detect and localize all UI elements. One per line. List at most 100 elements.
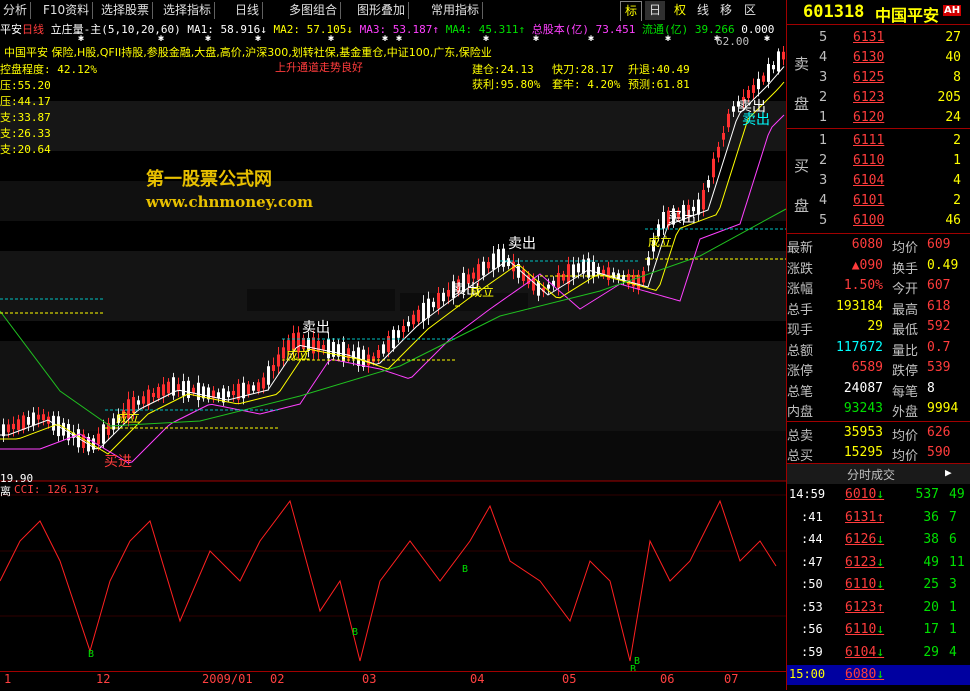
- candle-body: [17, 419, 20, 430]
- signal-sell: 卖出: [742, 112, 770, 128]
- date-axis: 1 12 2009/01 02 03 04 05 06 07: [0, 671, 786, 691]
- ask-row[interactable]: 4 6130 40: [787, 48, 970, 68]
- btn-line[interactable]: 线: [693, 1, 713, 20]
- stock-header[interactable]: 601318 中国平安 AH: [787, 0, 970, 25]
- ask-row[interactable]: 5 6131 27: [787, 28, 970, 48]
- signal-sell: 买出: [668, 210, 696, 226]
- total-row: 总买 15295 均价 590: [787, 443, 970, 464]
- btn-right[interactable]: 权: [670, 1, 690, 20]
- bid-row[interactable]: 3 6104 4: [787, 171, 970, 191]
- bid-price: 6111: [853, 133, 885, 148]
- ask-level: 3: [819, 70, 828, 85]
- candle-body: [477, 264, 480, 281]
- signal-established: 成立: [286, 348, 311, 362]
- menu-multi-chart[interactable]: 多图组合: [286, 2, 342, 19]
- tick-row[interactable]: 15:00 6080↓: [787, 665, 970, 685]
- cci-prefix: 离: [0, 485, 11, 498]
- level-3: 支:33.87: [0, 111, 51, 124]
- tick-volume: 38: [923, 532, 939, 547]
- tick-row[interactable]: :41 6131↑ 36 7: [787, 508, 970, 528]
- ask-row[interactable]: 1 6120 24: [787, 108, 970, 128]
- bid-row[interactable]: 2 6110 1: [787, 151, 970, 171]
- tick-row[interactable]: :59 6104↓ 29 4: [787, 643, 970, 663]
- candle-body: [142, 396, 145, 404]
- menu-daily[interactable]: 日线: [232, 2, 264, 19]
- date-tick: 07: [724, 672, 739, 686]
- candle-body: [507, 258, 510, 267]
- kline-chart[interactable]: ✱ ✱ ✱ ✱ ✱ ✱ ✱ ✱ ✱ ✱ ✱ ✱ ✱: [0, 21, 786, 671]
- tick-row[interactable]: :44 6126↓ 38 6: [787, 530, 970, 550]
- menu-analysis[interactable]: 分析: [0, 2, 32, 19]
- tick-count: 6: [949, 532, 957, 547]
- huoli: 获利:95.80%: [472, 78, 541, 91]
- stat-value: 193184: [836, 298, 883, 314]
- formula-params: (5,10,20,60): [101, 23, 181, 36]
- signal-buy: 买进: [104, 454, 132, 470]
- stat-label: 最低: [892, 323, 919, 338]
- ask-volume: 27: [945, 30, 961, 45]
- btn-move[interactable]: 移: [716, 1, 736, 20]
- kuaidao: 快刀:28.17: [552, 63, 614, 76]
- ask-volume: 24: [945, 110, 961, 125]
- candle-body: [427, 298, 430, 318]
- arrow-right-icon[interactable]: ▶: [945, 466, 952, 479]
- ask-volume: 8: [953, 70, 961, 85]
- tick-row[interactable]: :56 6110↓ 17 1: [787, 620, 970, 640]
- top-price-label: 62.00: [716, 35, 750, 48]
- candle-body: [442, 292, 445, 302]
- tick-row[interactable]: :53 6123↑ 20 1: [787, 598, 970, 618]
- tick-row[interactable]: :50 6110↓ 25 3: [787, 575, 970, 595]
- stat-value: 29: [867, 319, 883, 334]
- formula-name: 立庄量-主: [50, 23, 102, 36]
- signal-sell: 卖出: [302, 320, 330, 336]
- candle-body: [387, 336, 390, 352]
- candle-body: [492, 253, 495, 270]
- chart-period: 日线: [22, 23, 44, 36]
- ask-level: 1: [819, 110, 828, 125]
- btn-range[interactable]: 区: [740, 1, 760, 20]
- menu-common-indicator[interactable]: 常用指标: [428, 2, 484, 19]
- stat-label: 总笔: [787, 384, 814, 400]
- stat-row: 现手 29 最低 592: [787, 317, 970, 338]
- ticks-header[interactable]: 分时成交 ▶: [787, 464, 970, 484]
- bid-volume: 2: [953, 193, 961, 208]
- cci-buy-mark: B: [88, 649, 95, 660]
- stat-label: 涨停: [787, 364, 814, 379]
- btn-day[interactable]: 日: [645, 1, 665, 20]
- tick-price: 6110↓: [845, 622, 885, 637]
- menu-select-stock[interactable]: 选择股票: [98, 2, 154, 19]
- candle-body: [7, 424, 10, 433]
- stat-label: 涨幅: [787, 282, 814, 297]
- menu-select-indicator[interactable]: 选择指标: [160, 2, 216, 19]
- tick-row[interactable]: :47 6123↓ 49 11: [787, 553, 970, 573]
- chart-area[interactable]: ✱ ✱ ✱ ✱ ✱ ✱ ✱ ✱ ✱ ✱ ✱ ✱ ✱ 平安日线 立庄量-主(5,10,20,60) MA1…: [0, 21, 786, 675]
- tick-volume: 29: [923, 644, 939, 660]
- ask-row[interactable]: 3 6125 8: [787, 68, 970, 88]
- stat-label: 总额: [787, 343, 814, 359]
- candle-body: [372, 356, 375, 362]
- ask-volume: 40: [945, 50, 961, 65]
- bid-row[interactable]: 1 6111 2: [787, 131, 970, 151]
- quote-panel: 601318 中国平安 AH 卖盘 5 6131 27 4 6130 40 3 …: [786, 0, 970, 690]
- candle-body: [447, 289, 450, 297]
- menu-f10[interactable]: F10资料: [40, 2, 94, 19]
- cci-value: CCI: 126.137↓: [14, 483, 101, 496]
- tick-price: 6110↓: [845, 577, 885, 592]
- candle-body: [407, 321, 410, 327]
- candle-body: [642, 271, 645, 283]
- stat-label: 最新: [787, 241, 814, 256]
- menu-overlay[interactable]: 图形叠加: [354, 2, 410, 19]
- bid-row[interactable]: 4 6101 2: [787, 191, 970, 211]
- stat-value: 6080: [851, 237, 883, 252]
- tick-row[interactable]: 14:59 6010↓ 537 49: [787, 485, 970, 505]
- candle-body: [582, 259, 585, 274]
- bid-row[interactable]: 5 6100 46: [787, 211, 970, 231]
- candle-body: [362, 349, 365, 367]
- btn-mark[interactable]: 标: [620, 1, 642, 22]
- control-degree: 控盘程度: 42.12%: [0, 63, 97, 76]
- candle-body: [497, 249, 500, 268]
- candle-body: [417, 309, 420, 322]
- ma4-value: MA4: 45.311↑: [445, 23, 526, 36]
- tick-time: :47: [801, 554, 823, 569]
- ask-row[interactable]: 2 6123 205: [787, 88, 970, 108]
